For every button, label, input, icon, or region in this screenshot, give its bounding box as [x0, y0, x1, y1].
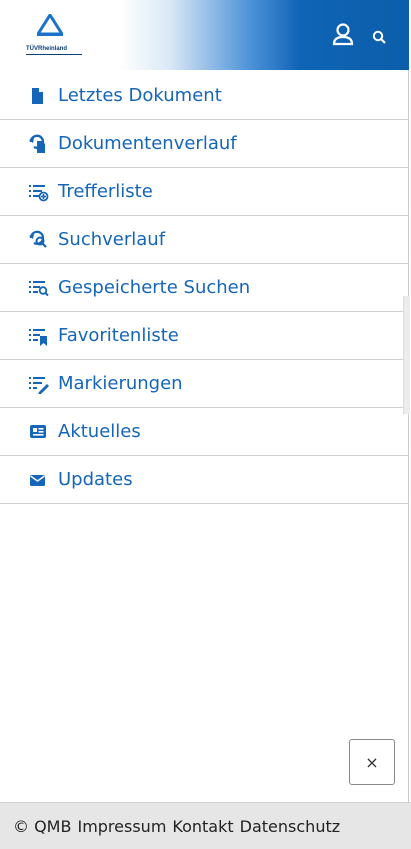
document-icon — [28, 86, 50, 106]
footer-link-datenschutz[interactable]: Datenschutz — [240, 817, 340, 836]
menu-item-markierungen[interactable]: Markierungen — [0, 360, 409, 408]
saved-searches-icon — [28, 278, 50, 298]
footer: © QMB Impressum Kontakt Datenschutz — [0, 802, 411, 849]
menu-item-label: Markierungen — [58, 373, 183, 394]
logo-underline — [26, 54, 82, 55]
menu-item-label: Updates — [58, 469, 133, 490]
search-history-icon — [28, 230, 50, 250]
user-icon[interactable] — [332, 22, 354, 46]
menu-item-label: Letztes Dokument — [58, 85, 222, 106]
menu-item-suchverlauf[interactable]: Suchverlauf — [0, 216, 409, 264]
footer-link-impressum[interactable]: Impressum — [77, 817, 166, 836]
menu-item-favoritenliste[interactable]: Favoritenliste — [0, 312, 409, 360]
footer-link-kontakt[interactable]: Kontakt — [172, 817, 233, 836]
menu-list: Letztes Dokument Dokumentenverlauf Treff… — [0, 72, 409, 504]
footer-copyright: © QMB — [13, 816, 72, 836]
menu-item-label: Dokumentenverlauf — [58, 133, 237, 154]
tuv-logo[interactable]: TÜVRheinland — [26, 14, 86, 60]
menu-item-updates[interactable]: Updates — [0, 456, 409, 504]
header: TÜVRheinland — [0, 0, 409, 70]
favorites-list-icon — [28, 326, 50, 346]
menu-item-letztes-dokument[interactable]: Letztes Dokument — [0, 72, 409, 120]
menu-item-dokumentenverlauf[interactable]: Dokumentenverlauf — [0, 120, 409, 168]
close-icon: × — [365, 752, 379, 772]
menu-item-gespeicherte-suchen[interactable]: Gespeicherte Suchen — [0, 264, 409, 312]
news-icon — [28, 422, 50, 442]
hit-list-icon — [28, 182, 50, 202]
menu-item-label: Aktuelles — [58, 421, 141, 442]
menu-item-trefferliste[interactable]: Trefferliste — [0, 168, 409, 216]
menu-item-label: Gespeicherte Suchen — [58, 277, 251, 298]
document-history-icon — [28, 134, 50, 154]
menu-item-label: Favoritenliste — [58, 325, 179, 346]
markings-icon — [28, 374, 50, 394]
tuv-triangle-icon — [37, 14, 63, 36]
close-button[interactable]: × — [349, 739, 395, 785]
search-icon[interactable] — [372, 29, 386, 44]
menu-item-label: Suchverlauf — [58, 229, 166, 250]
scrollbar[interactable] — [403, 296, 410, 414]
menu-item-aktuelles[interactable]: Aktuelles — [0, 408, 409, 456]
menu-panel: TÜVRheinland Letztes Dokument Dokumenten… — [0, 0, 410, 849]
logo-text: TÜVRheinland — [26, 46, 68, 52]
envelope-icon — [28, 470, 50, 490]
menu-item-label: Trefferliste — [58, 181, 153, 202]
